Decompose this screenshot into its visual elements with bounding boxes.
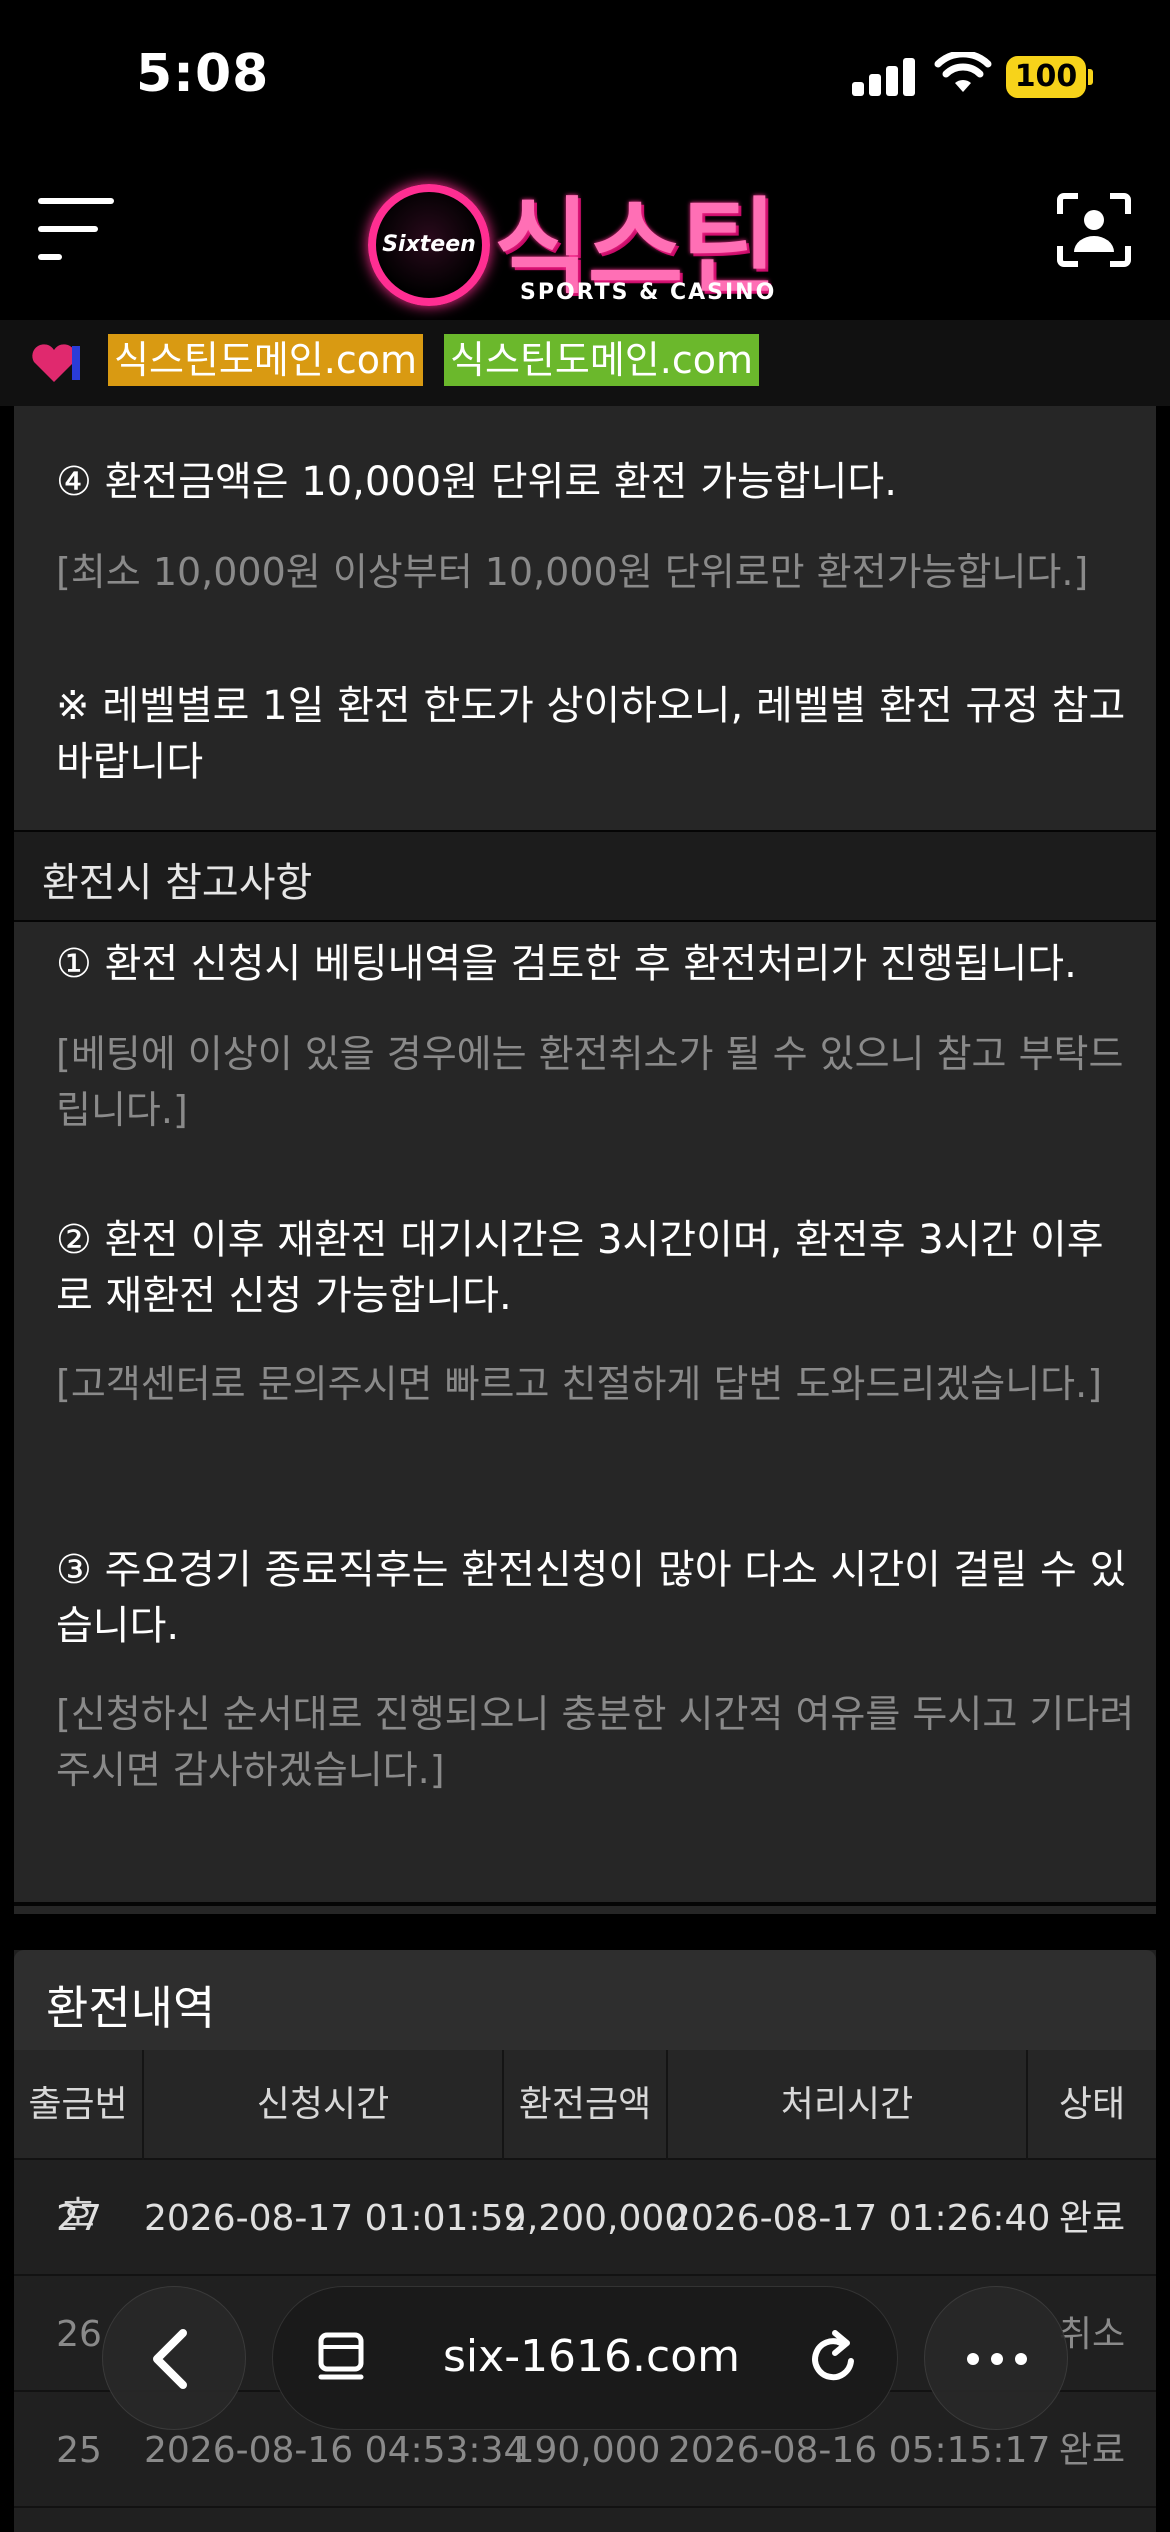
cell-requested-time: 2026-08-17 01:01:59 [144,2198,527,2239]
cell-status: 완료 [1058,2198,1126,2239]
wifi-icon [934,52,992,92]
table-row[interactable]: 27 2026-08-17 01:01:59 2,200,000 2026-08… [14,2162,1156,2276]
rule-item-4-note: [최소 10,000원 이상부터 10,000원 단위로만 환전가능합니다.] [56,550,1089,594]
site-header: Sixteen 식스틴 SPORTS & CASINO [0,150,1170,320]
url-text: six-1616.com [443,2331,740,2382]
column-header: 환전금액 [504,2050,668,2160]
battery-tip [1088,69,1093,85]
rule-item-4-title: ④ 환전금액은 10,000원 단위로 환전 가능합니다. [56,459,897,505]
note-item-3-title: ③ 주요경기 종료직후는 환전신청이 많아 다소 시간이 걸릴 수 있습니다. [56,1547,1127,1649]
column-header: 상태 [1058,2084,1126,2125]
status-time: 5:08 [136,44,270,104]
profile-icon[interactable] [1056,192,1132,268]
cell-number: 27 [56,2198,102,2239]
battery-indicator: 100 [1006,56,1086,98]
logo-badge-text: Sixteen [382,232,476,257]
section-heading: 환전시 참고사항 [14,830,1156,922]
browser-back-button[interactable] [102,2286,246,2430]
note-item-1-title: ① 환전 신청시 베팅내역을 검토한 후 환전처리가 진행됩니다. [56,941,1077,987]
history-title: 환전내역 [46,1981,216,2035]
reload-icon[interactable] [801,2327,865,2391]
table-header: 출금번호 신청시간 환전금액 처리시간 상태 [14,2050,1156,2235]
tabs-icon[interactable] [315,2331,371,2387]
column-header: 신청시간 [144,2050,504,2160]
hamburger-menu-icon[interactable] [38,198,114,262]
logo-badge: Sixteen [368,184,490,306]
withdrawal-history: 환전내역 출금번호 신청시간 환전금액 처리시간 상태 27 2026-08-1… [14,1950,1156,2532]
level-limit-note: ※ 레벨별로 1일 환전 한도가 상이하오니, 레벨별 환전 규정 참고바랍니다 [56,683,1126,785]
domain-link[interactable]: 식스틴도메인.com [444,334,759,386]
column-header: 처리시간 [668,2050,1028,2160]
column-header: 출금번호 [14,2050,144,2235]
chevron-left-icon [153,2329,187,2389]
cell-processed-time: 2026-08-17 01:26:40 [668,2198,1051,2239]
status-bar: 5:08 100 [0,0,1170,150]
divider [14,1902,1156,1906]
ellipsis-icon [967,2353,1027,2365]
heart-icon [32,344,80,382]
note-item-3-note: [신청하신 순서대로 진행되오니 충분한 시간적 여유를 두시고 기다려 주시면… [56,1692,1135,1792]
domain-link[interactable]: 식스틴도메인.com [108,334,423,386]
withdrawal-rules-panel: ④ 환전금액은 10,000원 단위로 환전 가능합니다. [최소 10,000… [14,406,1156,1914]
cellular-signal-icon [852,58,916,96]
more-options-button[interactable] [924,2286,1068,2430]
domain-banner: 식스틴도메인.com 식스틴도메인.com [0,320,1170,406]
note-item-2-note: [고객센터로 문의주시면 빠르고 친절하게 답변 도와드리겠습니다.] [56,1362,1103,1406]
history-header: 환전내역 [14,1950,1156,2050]
note-item-2-title: ② 환전 이후 재환전 대기시간은 3시간이며, 환전후 3시간 이후로 재환전… [56,1217,1104,1319]
section-heading-text: 환전시 참고사항 [42,860,313,906]
cell-amount: 2,200,000 [504,2198,688,2239]
note-item-1-note: [베팅에 이상이 있을 경우에는 환전취소가 될 수 있으니 참고 부탁드립니다… [56,1032,1124,1132]
address-bar[interactable]: six-1616.com [272,2286,898,2430]
logo-subtitle: SPORTS & CASINO [520,280,777,305]
site-logo[interactable]: Sixteen 식스틴 SPORTS & CASINO [364,162,804,312]
